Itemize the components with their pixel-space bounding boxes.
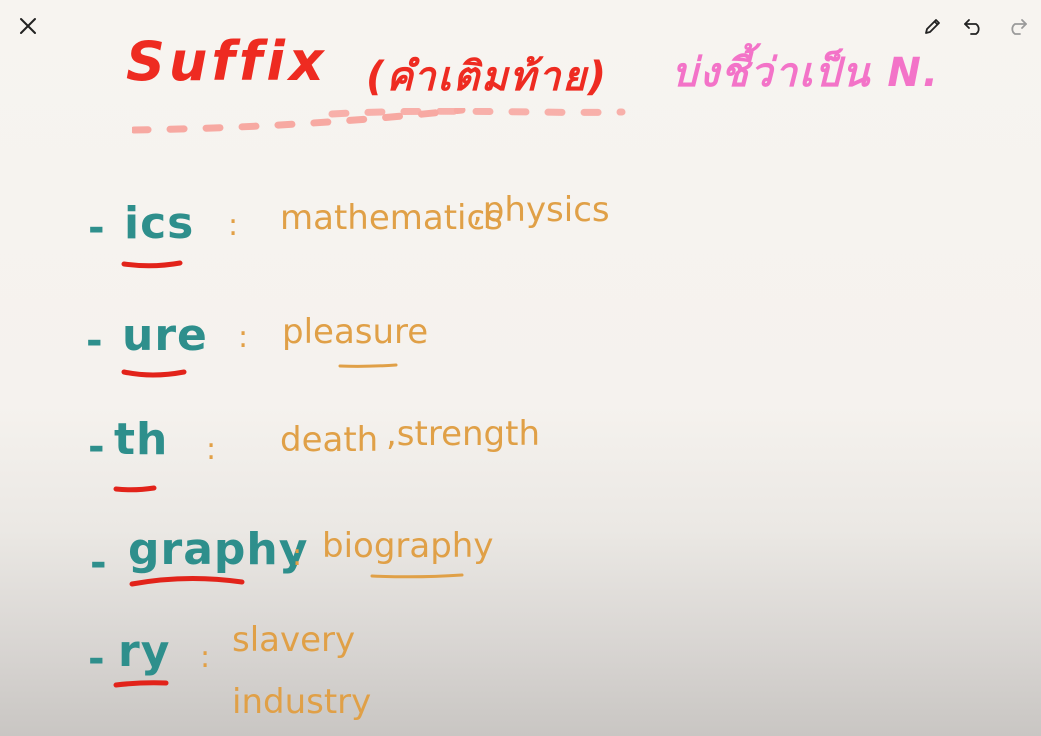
row-dash: - [88, 205, 106, 251]
row-colon: : [238, 320, 250, 355]
heading-title: Suffix [126, 30, 328, 93]
example-word: industry [232, 682, 372, 722]
row-colon: : [228, 208, 240, 243]
example-underline [338, 363, 398, 368]
row-colon: : [200, 640, 212, 675]
example-underline [370, 573, 464, 579]
close-button[interactable] [12, 10, 44, 42]
row-dash: - [90, 540, 108, 586]
suffix-term: graphy [128, 524, 309, 575]
suffix-term: ics [124, 198, 195, 249]
example-word: death [280, 420, 379, 460]
example-word: mathematics [280, 198, 503, 238]
row-dash: - [88, 424, 106, 470]
suffix-underline [121, 260, 183, 269]
row-dash: - [86, 318, 104, 364]
example-word: biography [322, 526, 494, 566]
undo-button[interactable] [958, 10, 990, 42]
suffix-underline [113, 680, 169, 688]
row-dash: - [88, 636, 106, 682]
suffix-term: ry [118, 626, 171, 677]
example-word: pleasure [282, 312, 429, 352]
redo-icon [1011, 19, 1027, 35]
close-icon [20, 18, 36, 34]
pen-tool-button[interactable] [917, 10, 949, 42]
title-dashed-underline [132, 108, 626, 134]
suffix-term: th [114, 414, 169, 465]
redo-button[interactable] [1001, 10, 1033, 42]
example-word: ,physics [472, 190, 610, 230]
undo-icon [964, 19, 980, 35]
row-colon: : [292, 538, 304, 573]
heading-subtitle: (คำเติมท้าย) [366, 54, 609, 100]
suffix-term: ure [122, 310, 208, 361]
example-word: ,strength [386, 414, 541, 454]
suffix-underline [121, 369, 187, 378]
row-colon: : [206, 432, 218, 467]
pencil-icon [925, 19, 940, 34]
suffix-underline [129, 575, 245, 587]
heading-note: บ่งชี้ว่าเป็น N. [672, 50, 940, 96]
example-word: slavery [232, 620, 356, 660]
suffix-underline [113, 485, 157, 493]
